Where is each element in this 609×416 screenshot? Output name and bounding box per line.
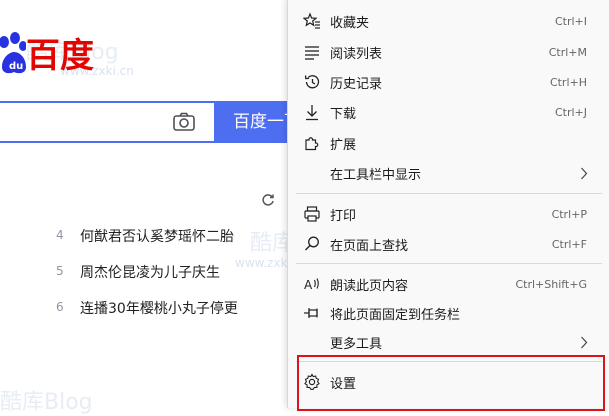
read-aloud-icon: A xyxy=(304,278,319,292)
history-icon xyxy=(304,75,320,89)
extensions-icon xyxy=(305,137,319,151)
hot-index: 6 xyxy=(56,300,64,314)
hot-index: 5 xyxy=(56,264,64,278)
menu-item-show-in-toolbar[interactable]: 在工具栏中显示 xyxy=(288,158,609,189)
hot-title[interactable]: 周杰伦昆凌为儿子庆生 xyxy=(80,262,220,282)
menu-item-shortcut: Ctrl+J xyxy=(554,106,587,119)
refresh-icon[interactable] xyxy=(261,193,275,207)
chevron-right-icon xyxy=(581,336,588,349)
menu-item-label: 朗读此页内容 xyxy=(330,279,409,294)
baidu-paw-icon: du xyxy=(0,32,26,74)
hot-search-list: 4 何猷君否认奚梦瑶怀二胎 5 周杰伦昆凌为儿子庆生 6 连播30年樱桃小丸子停… xyxy=(56,226,238,334)
menu-divider xyxy=(296,193,602,194)
search-box xyxy=(0,101,214,143)
menu-item-reading-list[interactable]: 阅读列表 Ctrl+M xyxy=(288,37,609,68)
search-input[interactable] xyxy=(0,103,164,143)
menu-item-shortcut: Ctrl+I xyxy=(554,15,587,28)
download-icon xyxy=(306,105,318,121)
chevron-right-icon xyxy=(581,167,588,180)
menu-item-shortcut: Ctrl+Shift+G xyxy=(515,278,587,291)
menu-divider xyxy=(296,263,602,264)
menu-item-label: 扩展 xyxy=(330,138,357,153)
menu-item-label: 将此页面固定到任务栏 xyxy=(330,308,461,323)
menu-item-extensions[interactable]: 扩展 xyxy=(288,128,609,159)
menu-item-label: 更多工具 xyxy=(330,337,383,352)
list-item[interactable]: 5 周杰伦昆凌为儿子庆生 xyxy=(56,262,238,298)
browser-settings-menu: 收藏夹 Ctrl+I 阅读列表 Ctrl+M 历史记录 Ctrl+H 下载 Ct… xyxy=(287,0,609,408)
menu-item-label: 阅读列表 xyxy=(330,47,383,62)
reading-list-icon xyxy=(305,46,319,60)
list-item[interactable]: 4 何猷君否认奚梦瑶怀二胎 xyxy=(56,226,238,262)
menu-item-label: 在页面上查找 xyxy=(330,239,409,254)
menu-item-pin-to-taskbar[interactable]: 将此页面固定到任务栏 xyxy=(288,298,609,329)
menu-item-more-tools[interactable]: 更多工具 xyxy=(288,327,609,358)
baidu-logo-text: 百度 xyxy=(26,36,94,76)
hot-index: 4 xyxy=(56,228,64,242)
menu-item-label: 历史记录 xyxy=(330,77,383,92)
menu-item-downloads[interactable]: 下载 Ctrl+J xyxy=(288,97,609,128)
svg-text:A: A xyxy=(304,278,313,292)
list-item[interactable]: 6 连播30年樱桃小丸子停更 xyxy=(56,298,238,334)
menu-item-label: 下载 xyxy=(330,107,357,122)
menu-item-print[interactable]: 打印 Ctrl+P xyxy=(288,199,609,230)
print-icon xyxy=(304,206,320,222)
menu-item-history[interactable]: 历史记录 Ctrl+H xyxy=(288,67,609,98)
menu-item-shortcut: Ctrl+P xyxy=(551,208,587,221)
menu-item-shortcut: Ctrl+M xyxy=(548,46,587,59)
menu-item-read-aloud[interactable]: A 朗读此页内容 Ctrl+Shift+G xyxy=(288,269,609,300)
pin-icon xyxy=(304,308,318,318)
favorites-icon xyxy=(303,12,320,29)
menu-item-label: 收藏夹 xyxy=(330,16,370,31)
menu-item-find-on-page[interactable]: 在页面上查找 Ctrl+F xyxy=(288,229,609,260)
menu-item-shortcut: Ctrl+F xyxy=(551,238,587,251)
hot-title[interactable]: 连播30年樱桃小丸子停更 xyxy=(80,298,238,318)
watermark: 酷库Blog xyxy=(0,390,93,415)
settings-highlight-frame xyxy=(297,355,605,411)
svg-text:du: du xyxy=(9,61,23,72)
camera-icon[interactable] xyxy=(172,111,196,133)
find-icon xyxy=(305,236,319,251)
menu-item-label: 打印 xyxy=(330,209,357,224)
menu-item-label: 在工具栏中显示 xyxy=(330,168,422,183)
menu-item-favorites[interactable]: 收藏夹 Ctrl+I xyxy=(288,6,609,37)
hot-title[interactable]: 何猷君否认奚梦瑶怀二胎 xyxy=(80,226,234,246)
menu-item-shortcut: Ctrl+H xyxy=(549,76,587,89)
